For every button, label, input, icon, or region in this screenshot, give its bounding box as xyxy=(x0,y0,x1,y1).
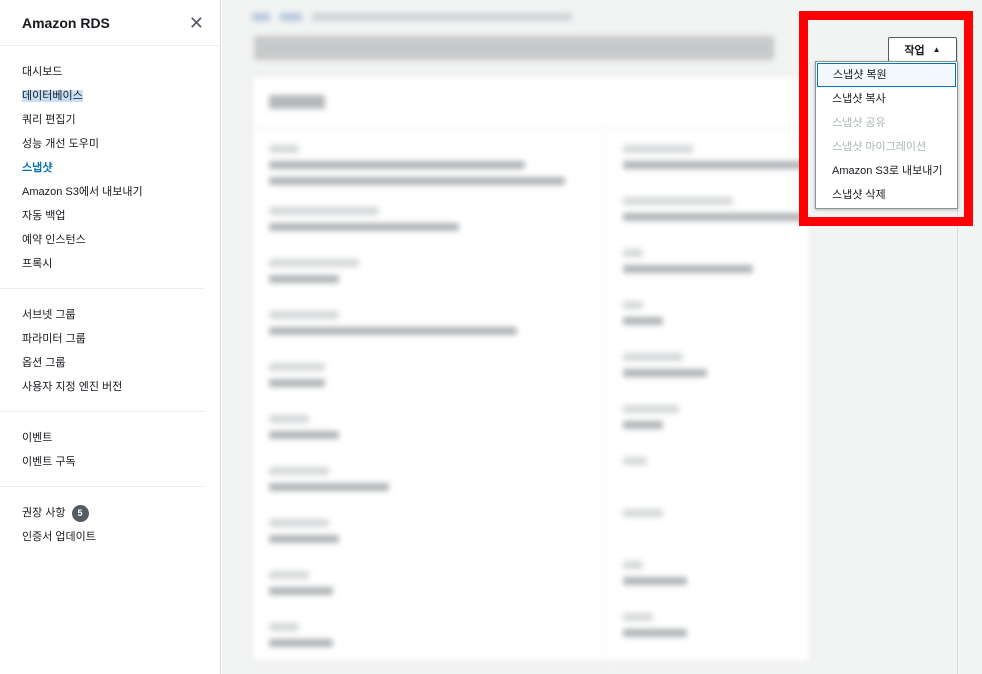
sidebar-item-certificate-update[interactable]: 인증서 업데이트 xyxy=(22,525,204,549)
sidebar-item-automated-backups[interactable]: 자동 백업 xyxy=(22,204,204,228)
actions-button-label: 작업 xyxy=(904,44,925,57)
sidebar-item-query-editor[interactable]: 쿼리 편집기 xyxy=(22,108,204,132)
sidebar-item-custom-engine-versions[interactable]: 사용자 지정 엔진 버전 xyxy=(22,375,204,399)
sidebar-item-event-subscriptions[interactable]: 이벤트 구독 xyxy=(22,450,204,474)
sidebar-group-misc: 권장 사항 5 인증서 업데이트 xyxy=(0,487,204,561)
actions-button[interactable]: 작업 ▲ xyxy=(888,37,957,62)
sidebar-group-config: 서브넷 그룹 파라미터 그룹 옵션 그룹 사용자 지정 엔진 버전 xyxy=(0,289,204,412)
sidebar-item-dashboard[interactable]: 대시보드 xyxy=(22,60,204,84)
menu-item-migrate-snapshot: 스냅샷 마이그레이션 xyxy=(832,141,927,153)
sidebar-item-exports-in-s3[interactable]: Amazon S3에서 내보내기 xyxy=(22,180,204,204)
sidebar-item-snapshots[interactable]: 스냅샷 xyxy=(22,156,204,180)
blurred-snapshot-details xyxy=(238,10,810,663)
menu-item-export-to-s3[interactable]: Amazon S3로 내보내기 xyxy=(816,159,957,183)
menu-item-delete-snapshot[interactable]: 스냅샷 삭제 xyxy=(816,183,957,207)
sidebar-header: Amazon RDS ✕ xyxy=(0,0,220,46)
sidebar-item-databases-label: 데이터베이스 xyxy=(22,90,83,102)
sidebar-item-performance-insights[interactable]: 성능 개선 도우미 xyxy=(22,132,204,156)
sidebar: Amazon RDS ✕ 대시보드 데이터베이스 쿼리 편집기 성능 개선 도우… xyxy=(0,0,221,674)
sidebar-item-reserved-instances[interactable]: 예약 인스턴스 xyxy=(22,228,204,252)
sidebar-title: Amazon RDS xyxy=(22,14,110,31)
sidebar-item-parameter-groups[interactable]: 파라미터 그룹 xyxy=(22,327,204,351)
column-divider xyxy=(605,129,606,663)
sidebar-item-option-groups[interactable]: 옵션 그룹 xyxy=(22,351,204,375)
details-panel xyxy=(252,76,810,663)
menu-item-copy-snapshot[interactable]: 스냅샷 복사 xyxy=(816,87,957,111)
sidebar-item-proxies[interactable]: 프록시 xyxy=(22,252,204,276)
caret-up-icon: ▲ xyxy=(932,45,941,54)
main-content: 작업 ▲ 스냅샷 복원 스냅샷 복사 스냅샷 공유 스냅샷 마이그레이션 Ama… xyxy=(222,0,982,674)
actions-dropdown-menu: 스냅샷 복원 스냅샷 복사 스냅샷 공유 스냅샷 마이그레이션 Amazon S… xyxy=(815,61,958,209)
sidebar-item-subnet-groups[interactable]: 서브넷 그룹 xyxy=(22,303,204,327)
sidebar-item-events[interactable]: 이벤트 xyxy=(22,426,204,450)
sidebar-item-databases[interactable]: 데이터베이스 xyxy=(22,84,204,108)
details-panel-header xyxy=(253,77,809,129)
page-title xyxy=(254,36,774,60)
sidebar-group-main: 대시보드 데이터베이스 쿼리 편집기 성능 개선 도우미 스냅샷 Amazon … xyxy=(0,46,204,289)
close-icon[interactable]: ✕ xyxy=(189,14,204,32)
menu-item-restore-snapshot[interactable]: 스냅샷 복원 xyxy=(817,63,956,87)
recommendations-count-badge: 5 xyxy=(71,504,89,522)
breadcrumb xyxy=(252,12,612,22)
sidebar-item-recommendations[interactable]: 권장 사항 5 xyxy=(22,501,204,525)
sidebar-group-events: 이벤트 이벤트 구독 xyxy=(0,412,204,487)
menu-item-share-snapshot: 스냅샷 공유 xyxy=(832,117,886,129)
sidebar-item-recommendations-label: 권장 사항 xyxy=(22,507,66,519)
